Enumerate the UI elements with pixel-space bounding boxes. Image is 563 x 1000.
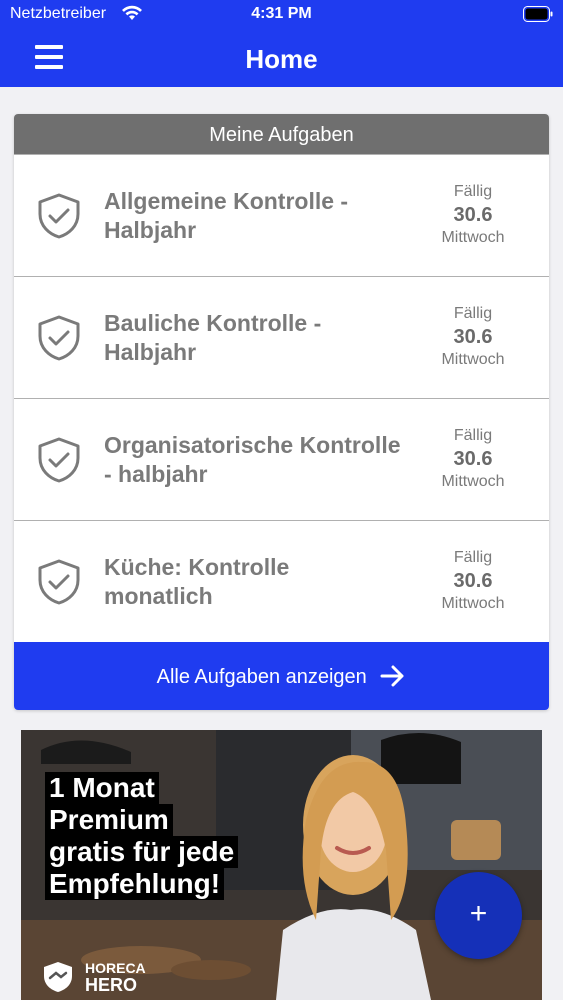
battery-icon (523, 6, 553, 22)
due-weekday: Mittwoch (441, 351, 505, 368)
logo-text-top: HORECA (85, 960, 146, 976)
due-label: Fällig (453, 427, 493, 444)
arrow-right-icon (380, 665, 404, 687)
status-bar: Netzbetreiber 4:31 PM (0, 0, 563, 30)
shield-check-icon (38, 315, 80, 361)
plus-icon: + (469, 897, 488, 930)
due-date: 30.6 (453, 570, 493, 592)
due-label: Fällig (453, 549, 493, 566)
task-row[interactable]: Küche: Kontrolle monatlich Fällig 30.6 M… (14, 520, 549, 642)
logo-text-bottom: HERO (85, 975, 138, 995)
due-info: Fällig 30.6 Mittwoch (418, 548, 528, 614)
promo-text-line: Premium (45, 804, 173, 836)
horeca-hero-logo: HORECA HERO (41, 958, 181, 998)
shield-check-icon (38, 193, 80, 239)
show-all-tasks-button[interactable]: Alle Aufgaben anzeigen (14, 642, 549, 710)
due-info: Fällig 30.6 Mittwoch (418, 182, 528, 248)
due-weekday: Mittwoch (441, 473, 505, 490)
due-label: Fällig (453, 305, 493, 322)
task-title: Organisatorische Kontrolle - halbjahr (104, 432, 401, 487)
my-tasks-card: Meine Aufgaben Allgemeine Kontrolle - Ha… (14, 114, 549, 710)
due-weekday: Mittwoch (441, 229, 505, 246)
shield-check-icon (38, 559, 80, 605)
task-title: Allgemeine Kontrolle - Halbjahr (104, 188, 349, 243)
due-label: Fällig (453, 183, 493, 200)
task-row[interactable]: Organisatorische Kontrolle - halbjahr Fä… (14, 398, 549, 520)
due-weekday: Mittwoch (441, 595, 505, 612)
promo-text-line: 1 Monat (45, 772, 159, 804)
handshake-shield-icon (44, 962, 72, 992)
due-date: 30.6 (453, 448, 493, 470)
status-time: 4:31 PM (251, 5, 312, 22)
my-tasks-heading: Meine Aufgaben (14, 114, 549, 154)
add-fab-button[interactable]: + (435, 872, 522, 959)
due-info: Fällig 30.6 Mittwoch (418, 304, 528, 370)
task-row[interactable]: Bauliche Kontrolle - Halbjahr Fällig 30.… (14, 276, 549, 398)
shield-check-icon (38, 437, 80, 483)
promo-banner[interactable]: 1 Monat Premium gratis für jede Empfehlu… (21, 730, 542, 1000)
due-date: 30.6 (453, 326, 493, 348)
due-info: Fällig 30.6 Mittwoch (418, 426, 528, 492)
app-header: Netzbetreiber 4:31 PM Home (0, 0, 563, 87)
due-date: 30.6 (453, 204, 493, 226)
task-row[interactable]: Allgemeine Kontrolle - Halbjahr Fällig 3… (14, 154, 549, 276)
task-title: Küche: Kontrolle monatlich (104, 554, 290, 609)
promo-text-line: gratis für jede (45, 836, 239, 868)
show-all-tasks-label: Alle Aufgaben anzeigen (156, 666, 367, 688)
task-title: Bauliche Kontrolle - Halbjahr (104, 310, 322, 365)
promo-text-line: Empfehlung! (45, 868, 225, 900)
page-title: Home (245, 44, 318, 74)
